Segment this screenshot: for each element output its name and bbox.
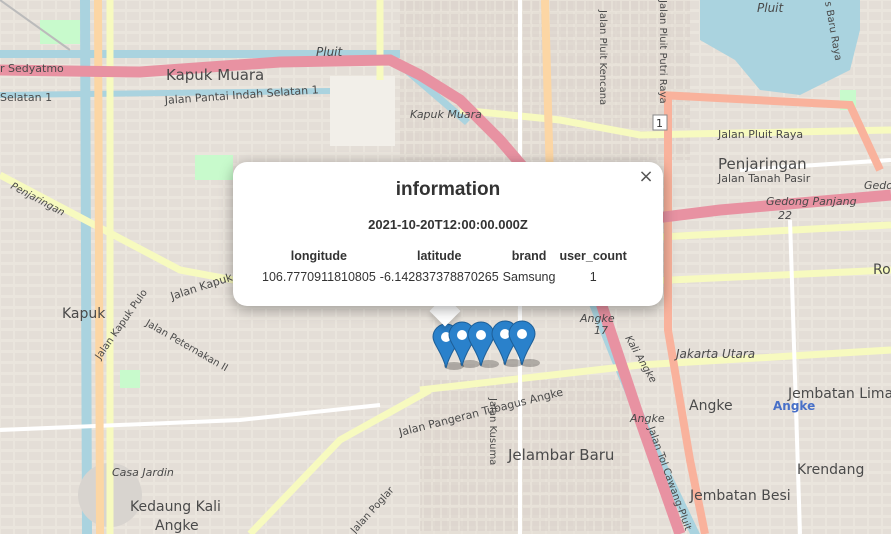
column-header-user-count: user_count [559,249,627,263]
map-label-gedong-panjang: Gedong Panjang [766,195,857,208]
info-table: longitude latitude brand user_count 106.… [260,246,629,288]
column-header-longitude: longitude [290,249,348,263]
marker-group [432,320,540,370]
map-label-penjaringan: Penjaringan [718,155,807,173]
map-label-krendang: Krendang [797,462,864,478]
map-label-selatan1: Selatan 1 [0,91,52,104]
map-label-kapuk: Kapuk [62,306,106,322]
map-label-jalan-pluit-raya: Jalan Pluit Raya [717,128,803,141]
map-label-sedyatmo: r Sedyatmo [0,62,64,75]
map-label-gedong-panjang-num: 22 [778,209,792,222]
map-pin-dot [517,329,527,339]
map-label-jelambar-baru: Jelambar Baru [507,446,614,464]
map-label-jembatan-lima: Jembatan Lima [787,386,891,402]
table-row: 106.7770911810805 -6.142837378870265 Sam… [260,266,629,288]
map-label-jalan-tanah-pasir: Jalan Tanah Pasir [717,172,811,185]
map-label-kedaung-kali: Kedaung Kali [130,499,221,515]
map-label-jalan-pluit-kencana: Jalan Pluit Kencana [597,9,608,105]
map-label-kapuk-muara: Kapuk Muara [166,66,264,84]
column-header-brand: brand [511,249,547,263]
cell-user-count: 1 [589,270,597,284]
cell-latitude: -6.142837378870265 [379,270,499,284]
map-label-kapuk-muara-toll: Kapuk Muara [410,108,482,121]
map-label-jalan-kusuma: Jalan Kusuma [487,397,498,465]
map-label-gedo: Gedo [864,179,891,192]
map-label-pluit-water: Pluit [757,1,785,15]
map-label-ro: Ro [873,262,891,278]
info-table-header: longitude latitude brand user_count [260,246,629,266]
map-pin-dot [457,330,467,340]
column-header-latitude: latitude [416,249,462,263]
popup-title: information [395,179,501,200]
info-popup: × information 2021-10-20T12:00:00.000Z l… [233,162,663,306]
cell-longitude: 106.7770911810805 [262,270,376,284]
map-label-jalan-pluit-putri: Jalan Pluit Putri Raya [657,0,668,104]
cell-brand: Samsung [502,270,556,284]
map-pin-dot [476,330,486,340]
route-shield-label: 1 [656,117,663,130]
map-label-angke-bottom: Angke [155,518,199,534]
map-label-angke: Angke [689,398,733,414]
popup-date: 2021-10-20T12:00:00.000Z [368,217,528,232]
map-label-angke-toll: Angke [629,412,665,425]
map-label-angke-num: 17 [594,324,608,337]
map-label-casa-jardin: Casa Jardin [112,466,174,479]
map-label-jembatan-besi: Jembatan Besi [689,488,791,504]
map-label-jakarta-utara: Jakarta Utara [674,347,755,361]
map-label-pluit: Pluit [316,45,344,59]
